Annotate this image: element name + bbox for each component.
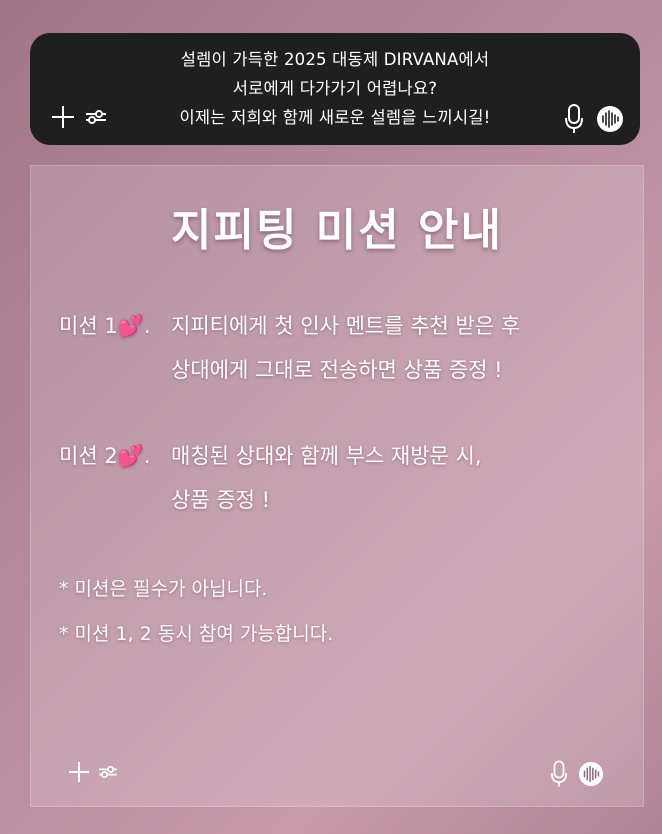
mission-1-line-2: 상대에게 그대로 전송하면 상품 증정 ! xyxy=(171,358,503,382)
chat-message: 설렘이 가득한 2025 대동제 DIRVANA에서 서로에게 다가가기 어렵나… xyxy=(140,45,530,132)
note-both-allowed: * 미션 1, 2 동시 참여 가능합니다. xyxy=(59,623,334,645)
mission-1-tag: 미션 1💕. xyxy=(59,314,151,338)
mission-2: 미션 2💕. 매칭된 상대와 함께 부스 재방문 시, 상품 증정 ! xyxy=(59,434,482,522)
voice-wave-icon[interactable] xyxy=(578,761,604,787)
voice-wave-icon[interactable] xyxy=(596,105,624,133)
card-title: 지피팅 미션 안내 xyxy=(171,205,503,256)
plus-icon[interactable] xyxy=(69,762,89,782)
mission-1-line-1: 지피티에게 첫 인사 멘트를 추천 받은 후 xyxy=(171,314,521,338)
mission-info-card: 지피팅 미션 안내 미션 1💕. 지피티에게 첫 인사 멘트를 추천 받은 후 … xyxy=(30,165,644,807)
mission-2-line-2: 상품 증정 ! xyxy=(171,488,271,512)
message-line: 서로에게 다가가기 어렵나요? xyxy=(232,79,438,98)
settings-sliders-icon[interactable] xyxy=(85,109,107,125)
settings-sliders-icon[interactable] xyxy=(98,765,118,779)
mission-1: 미션 1💕. 지피티에게 첫 인사 멘트를 추천 받은 후 상대에게 그대로 전… xyxy=(59,304,520,392)
microphone-icon[interactable] xyxy=(550,760,568,788)
note-optional: * 미션은 필수가 아닙니다. xyxy=(59,578,268,600)
mission-2-tag: 미션 2💕. xyxy=(59,444,151,468)
message-line: 설렘이 가득한 2025 대동제 DIRVANA에서 xyxy=(180,50,490,69)
plus-icon[interactable] xyxy=(52,106,74,128)
mission-2-line-1: 매칭된 상대와 함께 부스 재방문 시, xyxy=(171,444,482,468)
message-line: 이제는 저희와 함께 새로운 설렘을 느끼시길! xyxy=(179,108,491,127)
microphone-icon[interactable] xyxy=(564,104,584,134)
chat-input-bar[interactable]: 설렘이 가득한 2025 대동제 DIRVANA에서 서로에게 다가가기 어렵나… xyxy=(30,33,640,145)
